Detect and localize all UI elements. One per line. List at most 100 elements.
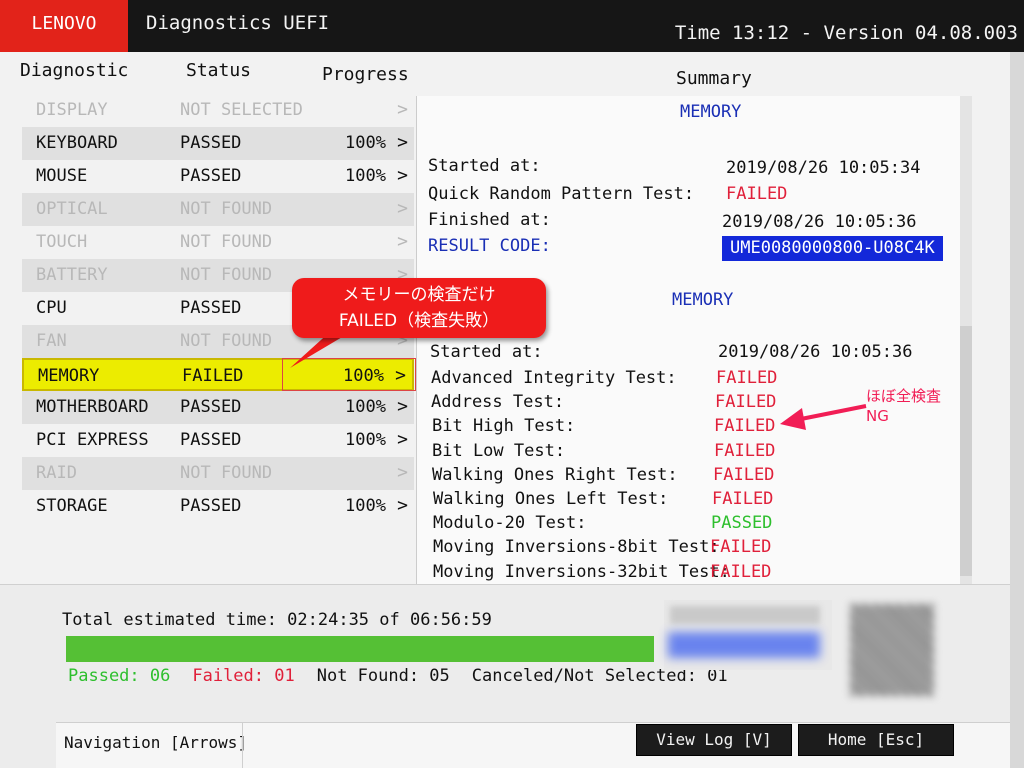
diagnostic-status: PASSED bbox=[180, 298, 242, 318]
memory-test-label: Bit High Test: bbox=[432, 416, 576, 436]
diagnostic-status: NOT SELECTED bbox=[180, 100, 303, 120]
diagnostic-row-storage[interactable]: STORAGE PASSED 100% > bbox=[22, 490, 414, 523]
passed-count: Passed: 06 bbox=[68, 666, 171, 686]
memory-test-label: Walking Ones Right Test: bbox=[432, 465, 678, 485]
started-label: Started at: bbox=[428, 156, 541, 176]
diagnostic-name: CPU bbox=[36, 298, 67, 318]
chevron-right-icon: > bbox=[395, 365, 406, 386]
summary-scrollbar[interactable] bbox=[960, 96, 972, 584]
screen-right-edge bbox=[1010, 52, 1024, 768]
callout-line-1: メモリーの検査だけ bbox=[342, 285, 496, 305]
diagnostic-name: RAID bbox=[36, 463, 77, 483]
diagnostic-status: PASSED bbox=[180, 133, 242, 153]
quick-test-value: FAILED bbox=[726, 184, 788, 204]
memory-test-result: FAILED bbox=[713, 465, 775, 485]
overall-progress-fill bbox=[66, 636, 654, 662]
time-version: Time 13:12 - Version 04.08.003 bbox=[674, 22, 1018, 44]
annotation-arrow-icon bbox=[780, 404, 867, 430]
memory-test-result: FAILED bbox=[716, 368, 778, 388]
chevron-right-icon: > bbox=[397, 99, 408, 120]
summary-section-title: MEMORY bbox=[680, 102, 742, 122]
memory-test-result: FAILED bbox=[710, 537, 772, 557]
memory-test-result: PASSED bbox=[711, 513, 773, 533]
diagnostic-name: MEMORY bbox=[38, 366, 100, 386]
finished-value: 2019/08/26 10:05:36 bbox=[722, 212, 917, 232]
navigation-hint: Navigation [Arrows] bbox=[64, 733, 248, 752]
chevron-right-icon: > bbox=[397, 132, 408, 153]
column-header-summary: Summary bbox=[676, 68, 752, 89]
chevron-right-icon: > bbox=[397, 198, 408, 219]
failed-count: Failed: 01 bbox=[192, 666, 295, 686]
quick-test-label: Quick Random Pattern Test: bbox=[428, 184, 695, 204]
diagnostic-name: PCI EXPRESS bbox=[36, 430, 149, 450]
diagnostic-name: BATTERY bbox=[36, 265, 108, 285]
memory-test-label: Moving Inversions-32bit Test: bbox=[433, 562, 730, 582]
ng-note-line-1: ほぼ全検査 bbox=[866, 387, 942, 405]
finished-label: Finished at: bbox=[428, 210, 551, 230]
not-found-count: Not Found: 05 bbox=[316, 666, 450, 686]
diagnostic-row-mouse[interactable]: MOUSE PASSED 100% > bbox=[22, 160, 414, 193]
chevron-right-icon: > bbox=[397, 396, 408, 417]
blurred-final-result-label bbox=[670, 606, 820, 624]
app-title: Diagnostics UEFI bbox=[146, 12, 330, 34]
top-bar: LENOVO Diagnostics UEFI Time 13:12 - Ver… bbox=[0, 0, 1024, 52]
chevron-right-icon: > bbox=[397, 231, 408, 252]
nav-divider bbox=[242, 722, 243, 768]
memory-test-result: FAILED bbox=[712, 489, 774, 509]
column-header-progress: Progress bbox=[322, 64, 409, 85]
memory-test-result: FAILED bbox=[714, 416, 776, 436]
diagnostic-name: KEYBOARD bbox=[36, 133, 118, 153]
blurred-final-result-code bbox=[668, 632, 820, 658]
column-header-diagnostic: Diagnostic bbox=[20, 60, 129, 81]
chevron-right-icon: > bbox=[397, 462, 408, 483]
ng-note-line-2: NG bbox=[866, 407, 889, 425]
qr-code-icon bbox=[850, 604, 934, 696]
diagnostic-status: PASSED bbox=[180, 397, 242, 417]
overall-progress-bar bbox=[66, 636, 654, 662]
diagnostic-status: PASSED bbox=[180, 496, 242, 516]
started-value: 2019/08/26 10:05:34 bbox=[726, 158, 921, 178]
diagnostic-row-optical[interactable]: OPTICAL NOT FOUND > bbox=[22, 193, 414, 226]
memory-test-label: Advanced Integrity Test: bbox=[431, 368, 677, 388]
summary-section-title-2: MEMORY bbox=[672, 290, 734, 310]
annotation-ng-note: ほぼ全検査 NG bbox=[866, 386, 941, 426]
diagnostic-name: TOUCH bbox=[36, 232, 88, 252]
memory-test-result: FAILED bbox=[710, 562, 772, 582]
chevron-right-icon: > bbox=[397, 495, 408, 516]
view-log-button[interactable]: View Log [V] bbox=[636, 724, 792, 756]
chevron-right-icon: > bbox=[397, 165, 408, 186]
column-header-status: Status bbox=[186, 60, 252, 81]
result-counts: Passed: 06 Failed: 01 Not Found: 05 Cancele… bbox=[68, 666, 728, 686]
chevron-right-icon: > bbox=[397, 429, 408, 450]
diagnostic-status: PASSED bbox=[180, 166, 242, 186]
memory-test-label: Walking Ones Left Test: bbox=[433, 489, 669, 509]
diagnostic-row-motherboard[interactable]: MOTHERBOARD PASSED 100% > bbox=[22, 391, 414, 424]
started-value-2: 2019/08/26 10:05:36 bbox=[718, 342, 913, 362]
memory-test-label: Moving Inversions-8bit Test: bbox=[433, 537, 720, 557]
diagnostic-status: NOT FOUND bbox=[180, 265, 273, 285]
diagnostic-status: PASSED bbox=[180, 430, 242, 450]
diagnostic-row-pci-express[interactable]: PCI EXPRESS PASSED 100% > bbox=[22, 424, 414, 457]
diagnostic-name: FAN bbox=[36, 331, 67, 351]
scrollbar-thumb[interactable] bbox=[960, 326, 972, 576]
brand-logo: LENOVO bbox=[0, 0, 128, 52]
diagnostic-progress: 100% bbox=[345, 133, 386, 153]
diagnostic-status: FAILED bbox=[182, 366, 244, 386]
diagnostic-row-display[interactable]: DISPLAY NOT SELECTED > bbox=[22, 94, 414, 127]
diagnostic-status: NOT FOUND bbox=[180, 331, 273, 351]
callout-line-2: FAILED（検査失敗） bbox=[338, 311, 500, 331]
diagnostic-status: NOT FOUND bbox=[180, 232, 273, 252]
diagnostic-row-keyboard[interactable]: KEYBOARD PASSED 100% > bbox=[22, 127, 414, 160]
diagnostic-name: STORAGE bbox=[36, 496, 108, 516]
memory-test-result: FAILED bbox=[714, 441, 776, 461]
diagnostic-name: MOTHERBOARD bbox=[36, 397, 149, 417]
diagnostic-progress: 100% bbox=[345, 166, 386, 186]
home-button[interactable]: Home [Esc] bbox=[798, 724, 954, 756]
result-code-label: RESULT CODE: bbox=[428, 236, 551, 256]
total-estimated-time: Total estimated time: 02:24:35 of 06:56:… bbox=[62, 610, 492, 630]
started-label-2: Started at: bbox=[430, 342, 543, 362]
diagnostic-row-touch[interactable]: TOUCH NOT FOUND > bbox=[22, 226, 414, 259]
diagnostic-row-raid[interactable]: RAID NOT FOUND > bbox=[22, 457, 414, 490]
diagnostic-progress: 100% bbox=[345, 397, 386, 417]
diagnostic-progress: 100% bbox=[345, 496, 386, 516]
